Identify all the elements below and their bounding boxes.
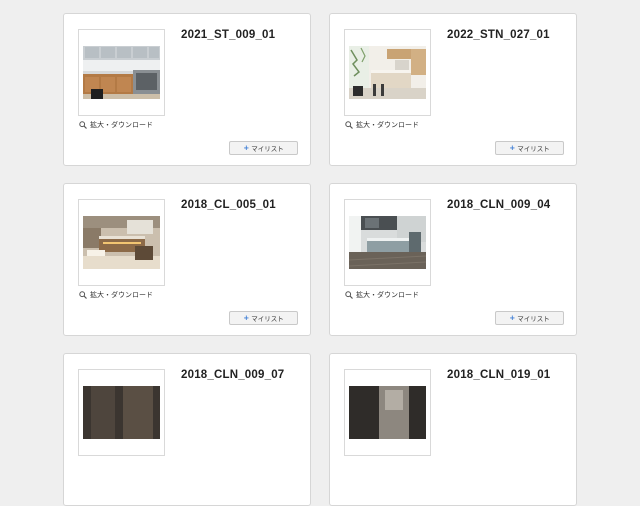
magnifier-icon: [79, 121, 87, 129]
product-code: 2022_STN_027_01: [447, 29, 550, 41]
magnifier-icon: [79, 291, 87, 299]
plus-icon: +: [243, 313, 250, 322]
product-code: 2018_CL_005_01: [181, 199, 276, 211]
plus-icon: +: [509, 313, 516, 322]
kitchen-photo-thumbnail[interactable]: [83, 386, 160, 439]
product-card: 2018_CL_005_01 拡大・ダウンロード + マイリスト: [63, 183, 311, 336]
product-code: 2018_CLN_009_07: [181, 369, 285, 381]
zoom-download-link[interactable]: 拡大・ダウンロード: [79, 120, 153, 130]
kitchen-photo-thumbnail[interactable]: [83, 46, 160, 99]
product-code: 2018_CLN_019_01: [447, 369, 551, 381]
product-code: 2018_CLN_009_04: [447, 199, 551, 211]
zoom-download-link[interactable]: 拡大・ダウンロード: [79, 290, 153, 300]
add-to-mylist-button[interactable]: + マイリスト: [229, 141, 298, 155]
zoom-download-label: 拡大・ダウンロード: [356, 291, 419, 299]
product-card: 2018_CLN_019_01: [329, 353, 577, 506]
mylist-label: マイリスト: [517, 145, 550, 153]
thumbnail-frame[interactable]: [78, 199, 165, 286]
thumbnail-frame[interactable]: [344, 369, 431, 456]
thumbnail-frame[interactable]: [78, 369, 165, 456]
product-code: 2021_ST_009_01: [181, 29, 276, 41]
zoom-download-label: 拡大・ダウンロード: [90, 121, 153, 129]
zoom-download-label: 拡大・ダウンロード: [90, 291, 153, 299]
add-to-mylist-button[interactable]: + マイリスト: [495, 141, 564, 155]
kitchen-photo-thumbnail[interactable]: [349, 46, 426, 99]
mylist-label: マイリスト: [517, 315, 550, 323]
plus-icon: +: [509, 143, 516, 152]
page: { "cards": [ {"code": "2021_ST_009_01", …: [0, 0, 640, 506]
product-card: 2018_CLN_009_07: [63, 353, 311, 506]
thumbnail-frame[interactable]: [78, 29, 165, 116]
add-to-mylist-button[interactable]: + マイリスト: [495, 311, 564, 325]
magnifier-icon: [345, 121, 353, 129]
magnifier-icon: [345, 291, 353, 299]
mylist-label: マイリスト: [251, 315, 284, 323]
kitchen-photo-thumbnail[interactable]: [349, 386, 426, 439]
add-to-mylist-button[interactable]: + マイリスト: [229, 311, 298, 325]
zoom-download-link[interactable]: 拡大・ダウンロード: [345, 290, 419, 300]
plus-icon: +: [243, 143, 250, 152]
zoom-download-label: 拡大・ダウンロード: [356, 121, 419, 129]
product-card: 2021_ST_009_01 拡大・ダウンロード + マイリスト: [63, 13, 311, 166]
thumbnail-frame[interactable]: [344, 199, 431, 286]
kitchen-photo-thumbnail[interactable]: [83, 216, 160, 269]
thumbnail-frame[interactable]: [344, 29, 431, 116]
product-card: 2022_STN_027_01 拡大・ダウンロード + マイリスト: [329, 13, 577, 166]
zoom-download-link[interactable]: 拡大・ダウンロード: [345, 120, 419, 130]
product-card: 2018_CLN_009_04 拡大・ダウンロード + マイリスト: [329, 183, 577, 336]
kitchen-photo-thumbnail[interactable]: [349, 216, 426, 269]
mylist-label: マイリスト: [251, 145, 284, 153]
